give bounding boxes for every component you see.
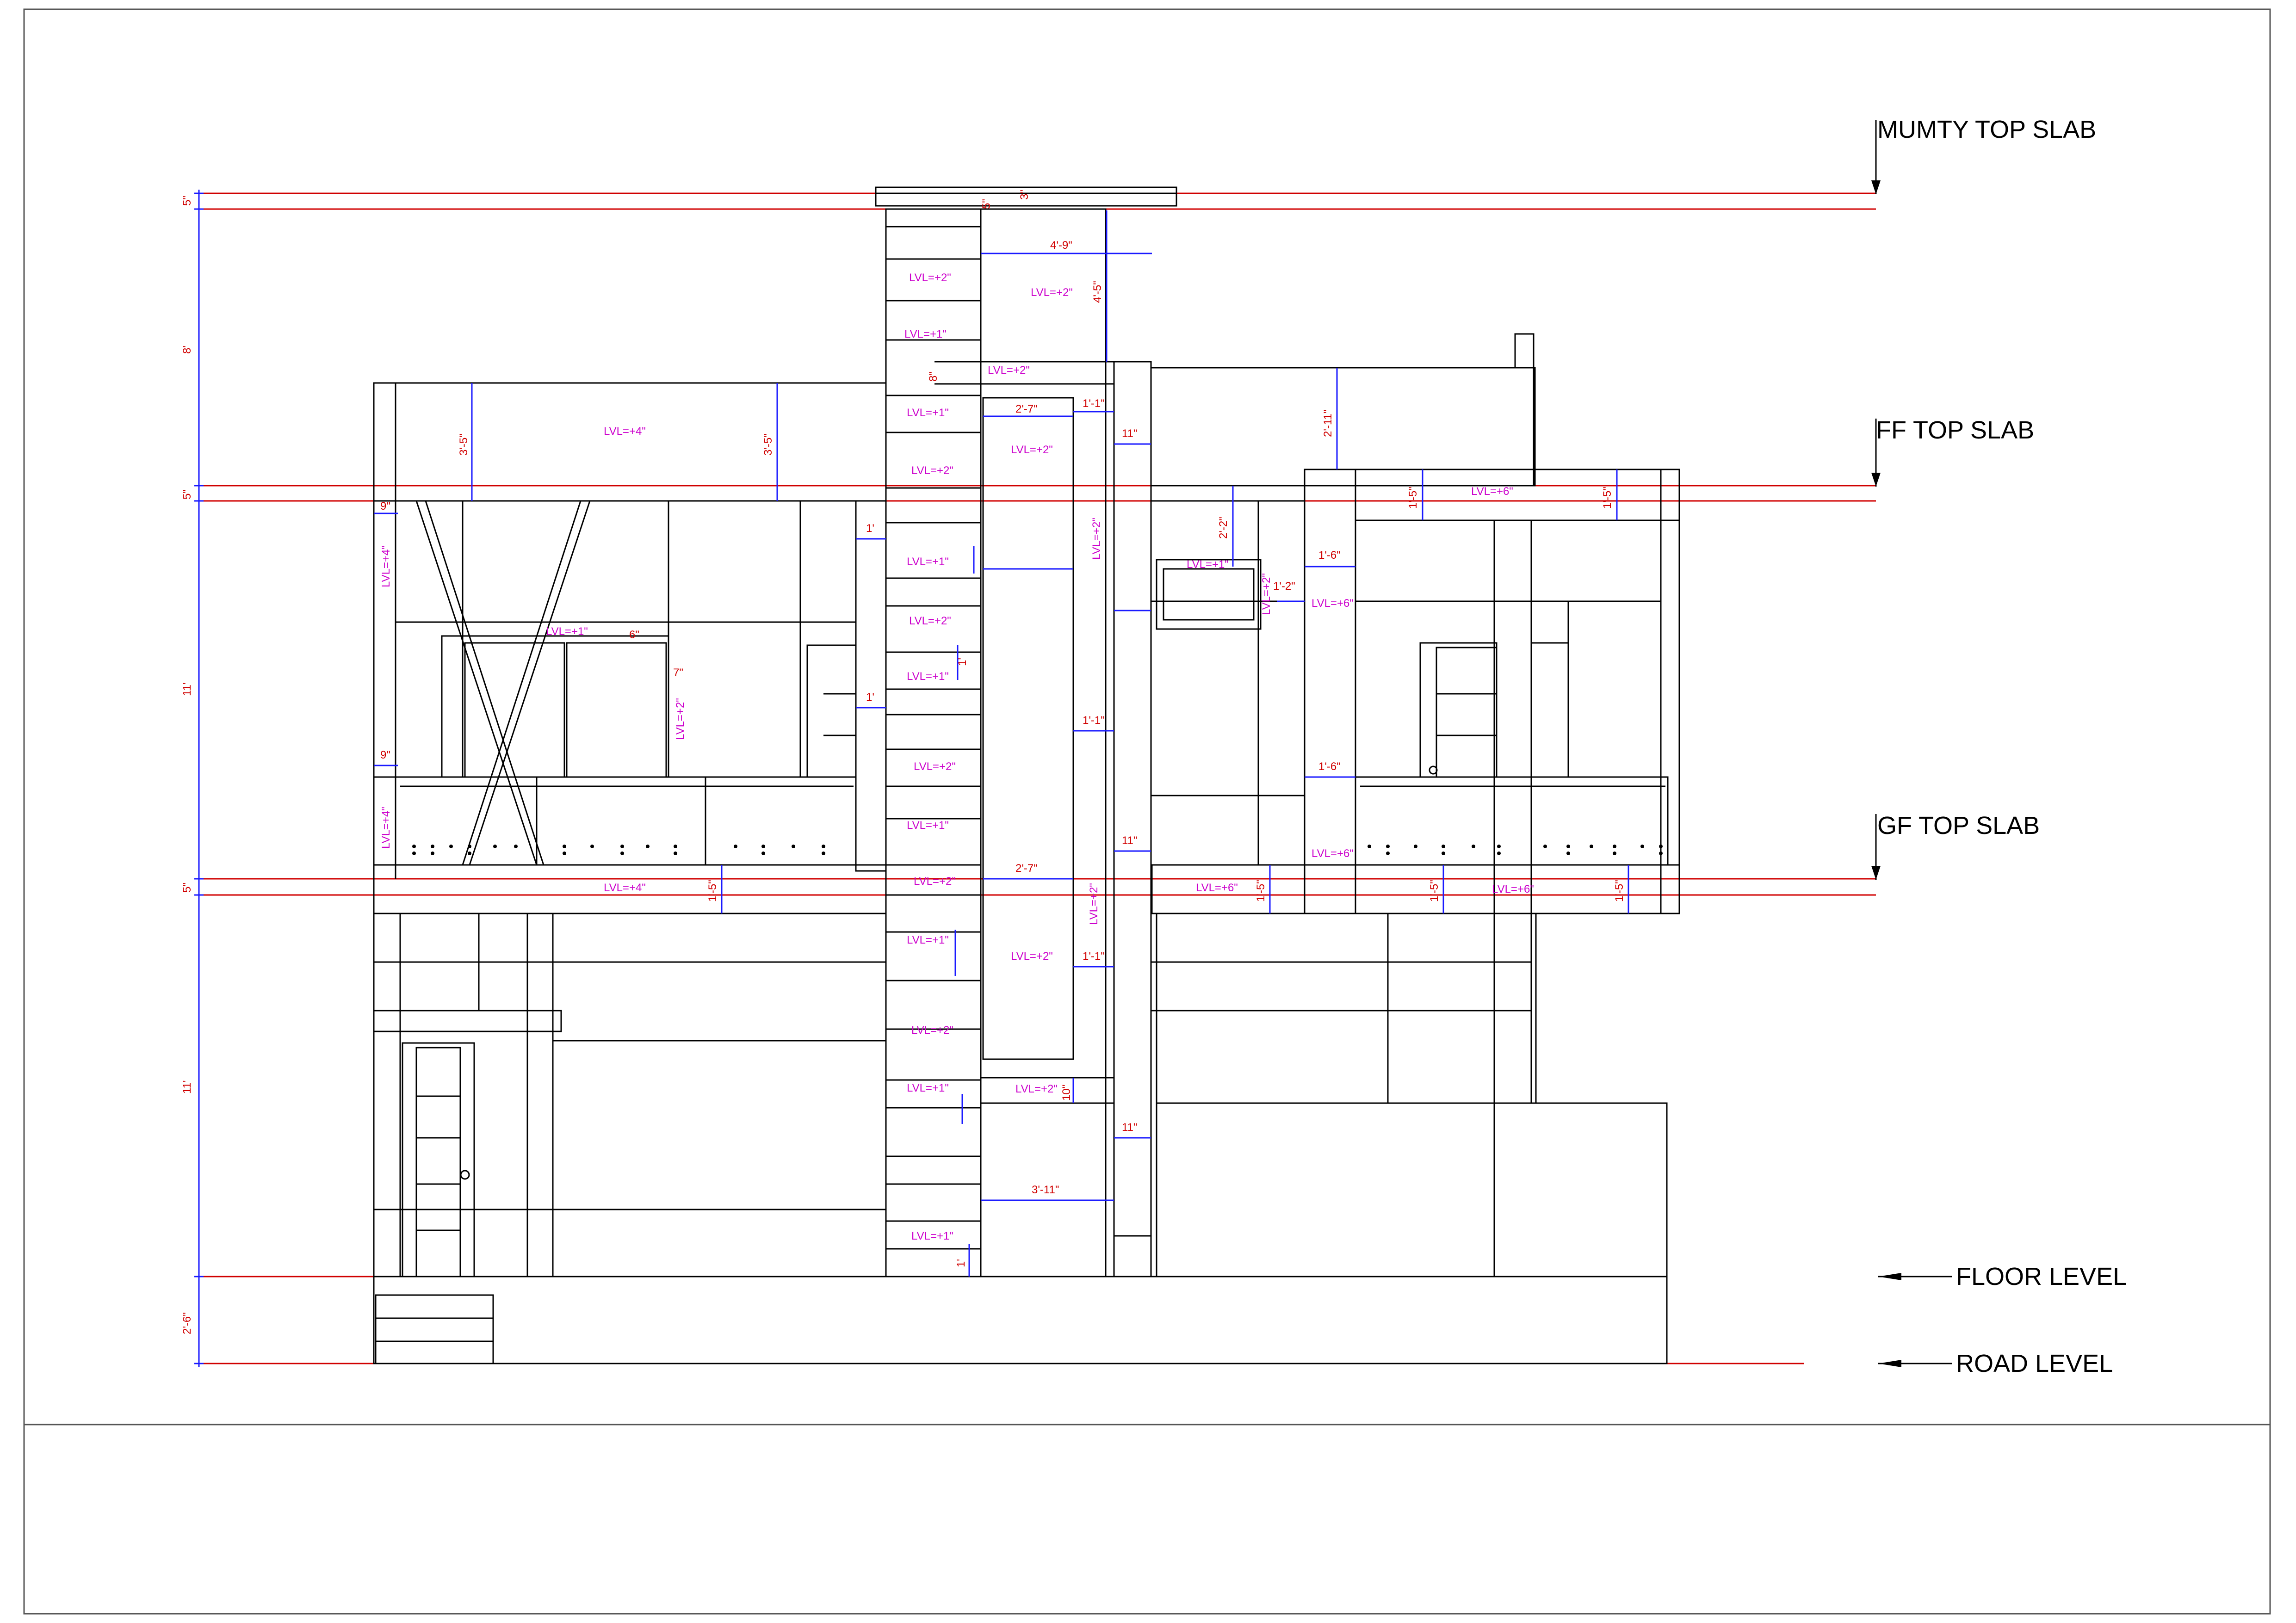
svg-text:LVL=+2": LVL=+2": [988, 364, 1030, 376]
left-dim-1: 5": [181, 196, 193, 206]
elevation-drawing: MUMTY TOP SLAB FF TOP SLAB GF TOP SLAB F…: [23, 8, 2271, 1615]
svg-text:LVL=+6": LVL=+6": [1196, 882, 1238, 894]
svg-text:LVL=+2": LVL=+2": [1011, 444, 1053, 456]
svg-text:LVL=+1": LVL=+1": [907, 407, 949, 419]
svg-text:1'-5": 1'-5": [1601, 487, 1614, 509]
svg-text:10": 10": [1060, 1085, 1073, 1101]
svg-text:LVL=+4": LVL=+4": [604, 882, 646, 894]
left-dim-5: 5": [181, 882, 193, 893]
svg-text:2'-7": 2'-7": [1015, 862, 1038, 875]
svg-text:LVL=+1": LVL=+1": [907, 934, 949, 946]
floor-level-label: FLOOR LEVEL: [1956, 1263, 2127, 1290]
svg-text:LVL=+1": LVL=+1": [546, 625, 588, 638]
svg-text:LVL=+4": LVL=+4": [604, 425, 646, 438]
svg-text:1'-5": 1'-5": [1255, 880, 1267, 902]
svg-text:3": 3": [1018, 190, 1031, 200]
svg-text:1'-6": 1'-6": [1318, 760, 1341, 773]
svg-text:LVL=+2": LVL=+2": [914, 875, 956, 888]
svg-text:11": 11": [1122, 1121, 1137, 1134]
svg-text:LVL=+1": LVL=+1": [907, 555, 949, 568]
svg-text:2'-11": 2'-11": [1322, 410, 1334, 437]
svg-text:1': 1': [955, 1259, 967, 1267]
svg-text:LVL=+2": LVL=+2": [1260, 573, 1273, 615]
svg-text:1'-5": 1'-5": [1613, 880, 1626, 902]
svg-text:1': 1': [956, 658, 969, 666]
left-dim-3: 5": [181, 489, 193, 500]
level-markers: [1871, 120, 1952, 1367]
svg-text:LVL=+2": LVL=+2": [911, 1024, 953, 1037]
svg-text:5": 5": [980, 199, 993, 209]
svg-text:LVL=+1": LVL=+1": [1187, 558, 1229, 571]
svg-text:4'-5": 4'-5": [1091, 281, 1104, 303]
svg-text:LVL=+2": LVL=+2": [674, 698, 687, 740]
svg-text:LVL=+6": LVL=+6": [1471, 485, 1513, 498]
svg-text:11": 11": [1122, 834, 1137, 847]
svg-text:6": 6": [629, 629, 639, 641]
svg-text:3'-5": 3'-5": [458, 433, 470, 456]
svg-text:LVL=+1": LVL=+1": [907, 1082, 949, 1094]
svg-text:LVL=+2": LVL=+2": [1015, 1083, 1058, 1095]
svg-text:2'-2": 2'-2": [1217, 517, 1230, 539]
svg-text:LVL=+2": LVL=+2": [1088, 883, 1100, 925]
svg-text:LVL=+6": LVL=+6": [1492, 883, 1534, 895]
svg-text:1'-1": 1'-1": [1083, 714, 1105, 727]
svg-text:1'-1": 1'-1": [1083, 397, 1105, 410]
gf-top-slab-label: GF TOP SLAB: [1877, 812, 2040, 839]
svg-text:9": 9": [380, 500, 390, 512]
svg-text:4'-9": 4'-9": [1050, 239, 1072, 252]
svg-text:3'-11": 3'-11": [1032, 1184, 1059, 1196]
svg-text:LVL=+1": LVL=+1": [907, 819, 949, 832]
left-dim-7: 2'-6": [181, 1312, 193, 1334]
svg-text:LVL=+4": LVL=+4": [380, 545, 392, 587]
ff-top-slab-label: FF TOP SLAB: [1876, 416, 2034, 444]
left-dim-6: 11': [181, 1080, 193, 1094]
left-dim-2: 8': [181, 346, 193, 354]
svg-text:LVL=+2": LVL=+2": [914, 760, 956, 773]
svg-text:1'-5": 1'-5": [706, 880, 719, 902]
svg-text:LVL=+1": LVL=+1": [907, 670, 949, 683]
svg-text:LVL=+4": LVL=+4": [380, 807, 392, 849]
svg-text:LVL=+6": LVL=+6": [1312, 847, 1354, 860]
svg-text:2'-7": 2'-7": [1015, 403, 1038, 415]
svg-text:LVL=+1": LVL=+1": [911, 1230, 953, 1242]
svg-text:7": 7": [673, 666, 683, 679]
left-dim-4: 11': [181, 683, 193, 697]
mumty-top-slab-label: MUMTY TOP SLAB: [1877, 116, 2096, 143]
svg-text:1'-5": 1'-5": [1428, 880, 1441, 902]
svg-text:8": 8": [927, 371, 940, 382]
svg-text:1'-5": 1'-5": [1407, 487, 1419, 509]
svg-text:LVL=+2": LVL=+2": [1031, 286, 1073, 299]
svg-text:LVL=+2": LVL=+2": [1090, 518, 1103, 560]
svg-text:LVL=+2": LVL=+2": [909, 272, 951, 284]
svg-text:LVL=+6": LVL=+6": [1312, 597, 1354, 610]
svg-text:1'-2": 1'-2": [1273, 580, 1295, 592]
svg-text:9": 9": [380, 749, 390, 761]
svg-text:1': 1': [866, 522, 874, 535]
svg-text:1': 1': [866, 691, 874, 704]
road-level-label: ROAD LEVEL: [1956, 1350, 2113, 1377]
svg-text:LVL=+2": LVL=+2": [911, 464, 953, 477]
svg-text:LVL=+2": LVL=+2": [909, 615, 951, 627]
svg-text:1'-6": 1'-6": [1318, 549, 1341, 562]
svg-text:11": 11": [1122, 427, 1137, 440]
svg-text:LVL=+2": LVL=+2": [1011, 950, 1053, 963]
svg-text:LVL=+1": LVL=+1": [904, 328, 947, 340]
left-dimension-chain: [194, 190, 204, 1367]
svg-text:1'-1": 1'-1": [1083, 950, 1105, 963]
svg-text:3'-5": 3'-5": [762, 433, 774, 456]
